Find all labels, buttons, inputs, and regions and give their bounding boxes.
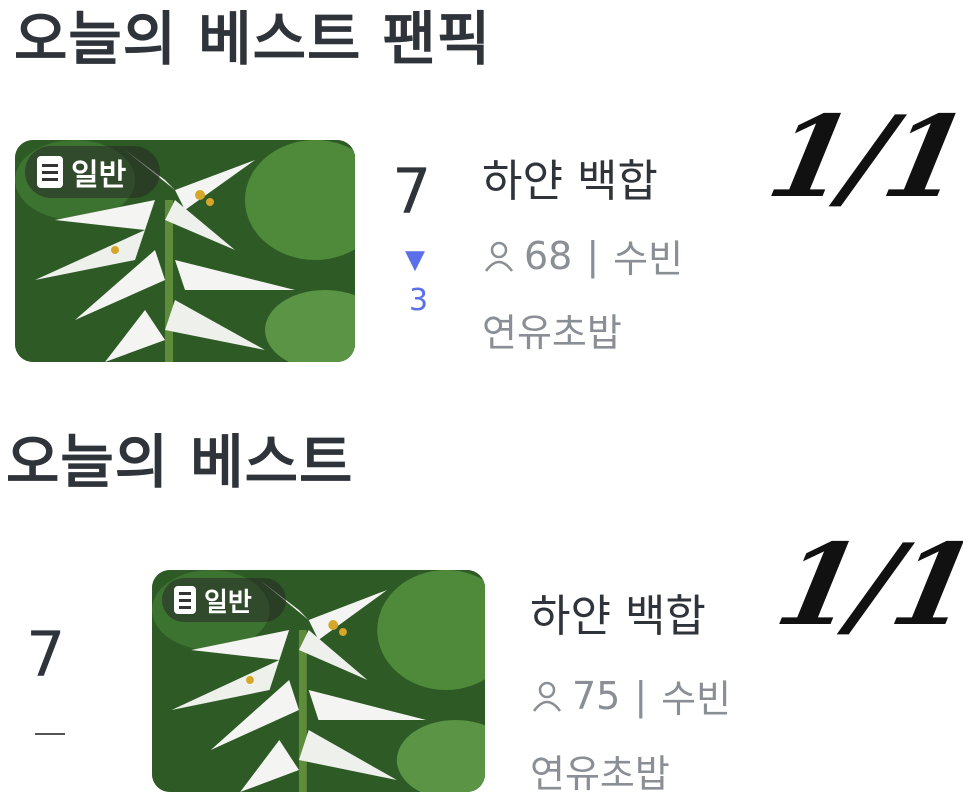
- section-title-best-fanfic: 오늘의 베스트 팬픽: [14, 5, 492, 73]
- rank-number: 7: [26, 618, 66, 691]
- fanfic-thumbnail[interactable]: 일반: [15, 140, 355, 362]
- document-icon: [37, 156, 63, 188]
- section-title-best: 오늘의 베스트: [6, 428, 354, 496]
- category-label: 일반: [71, 158, 127, 193]
- person-icon: [532, 681, 562, 712]
- rank-change: 3: [409, 283, 429, 318]
- person-icon: [484, 241, 514, 272]
- reader-count: 75: [572, 673, 621, 718]
- author-name[interactable]: 연유초밥: [482, 302, 622, 357]
- category-badge: 일반: [162, 578, 286, 622]
- reader-count: 68: [524, 233, 573, 278]
- triangle-down-icon: ▼: [405, 245, 425, 275]
- category-badge: 일반: [25, 146, 161, 198]
- fanfic-title[interactable]: 하얀 백합: [482, 145, 658, 209]
- category-label: 일반: [204, 587, 252, 618]
- handwritten-date: 1/18: [766, 520, 963, 651]
- author-name[interactable]: 연유초밥: [530, 743, 670, 798]
- rank-number: 7: [392, 155, 432, 228]
- fanfic-meta: 68 | 수빈: [482, 228, 683, 283]
- meta-separator: |: [586, 233, 600, 278]
- character-name: 수빈: [661, 677, 732, 721]
- document-icon: [174, 586, 196, 614]
- character-name: 수빈: [613, 237, 684, 281]
- fanfic-title[interactable]: 하얀 백합: [530, 580, 706, 644]
- meta-separator: |: [634, 673, 648, 718]
- fanfic-thumbnail[interactable]: 일반: [152, 570, 485, 792]
- rank-no-change: [35, 733, 65, 735]
- fanfic-meta: 75 | 수빈: [530, 668, 731, 723]
- handwritten-date: 1/17: [758, 92, 963, 223]
